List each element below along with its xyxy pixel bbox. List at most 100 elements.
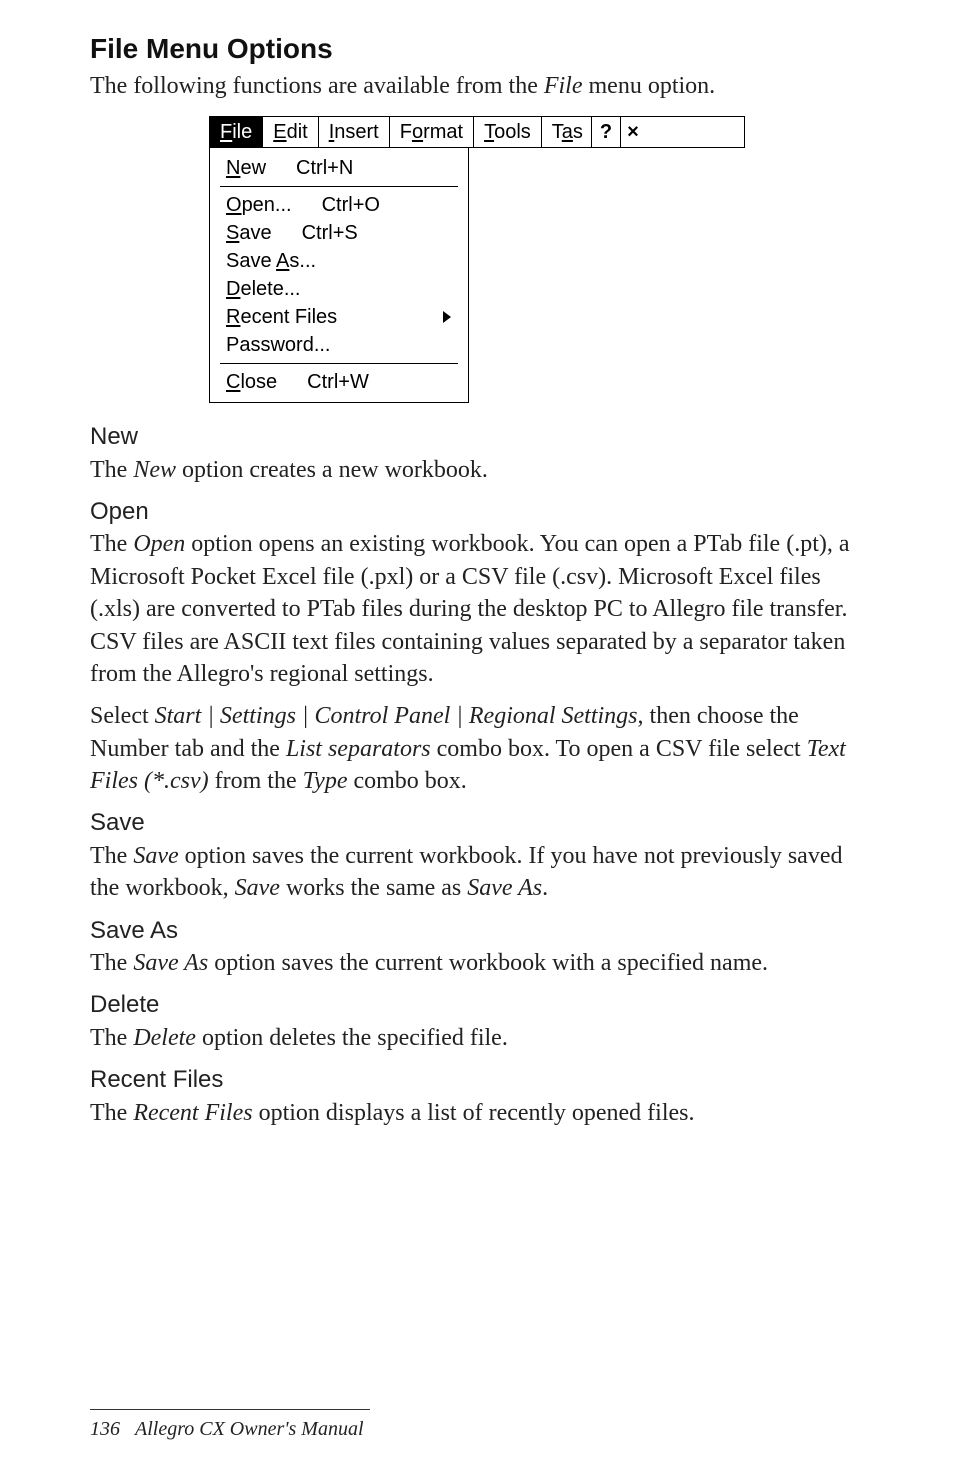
body-new: The New option creates a new workbook. xyxy=(90,454,864,486)
body-recent-files: The Recent Files option displays a list … xyxy=(90,1097,864,1129)
intro-a: The following functions are available fr… xyxy=(90,73,544,99)
intro-file: File xyxy=(544,73,583,99)
menu-item-password[interactable]: Password... xyxy=(210,331,468,359)
menu-screenshot: File Edit Insert Format Tools Tas ? × xyxy=(209,116,745,403)
menu-item-close[interactable]: Close Ctrl+W xyxy=(210,368,468,396)
menu-separator xyxy=(220,186,458,187)
heading-new: New xyxy=(90,421,864,453)
mi-close-t: lose xyxy=(240,371,277,393)
mi-new-u: N xyxy=(226,157,240,179)
t: Type xyxy=(303,768,348,794)
t: combo box. To open a CSV file select xyxy=(431,736,807,762)
menu-separator xyxy=(220,363,458,364)
mi-del-t: elete... xyxy=(240,278,300,300)
mi-rec-t: ecent Files xyxy=(240,306,337,328)
menu-task-a: T xyxy=(552,121,562,143)
menubar: File Edit Insert Format Tools Tas ? × xyxy=(209,116,745,148)
t: Save As xyxy=(133,950,208,976)
t: The xyxy=(90,531,133,557)
t: combo box. xyxy=(347,768,466,794)
mi-save-u: S xyxy=(226,222,239,244)
mi-save-sc: Ctrl+S xyxy=(302,223,358,243)
t: Save As xyxy=(467,875,542,901)
menu-format[interactable]: Format xyxy=(390,117,474,147)
body-open: The Open option opens an existing workbo… xyxy=(90,528,864,690)
menu-file[interactable]: File xyxy=(210,117,263,147)
close-window-button[interactable]: × xyxy=(621,117,645,147)
t: Start | Settings | Control Panel | Regio… xyxy=(155,703,638,729)
t: Select xyxy=(90,703,155,729)
menu-format-a: F xyxy=(400,121,412,143)
menu-item-new[interactable]: New Ctrl+N xyxy=(210,154,468,182)
menu-file-u: F xyxy=(220,121,232,143)
page-intro: The following functions are available fr… xyxy=(90,70,864,102)
menu-format-b: rmat xyxy=(423,121,463,143)
mi-new-t: ew xyxy=(240,157,266,179)
book-title: Allegro CX Owner's Manual xyxy=(135,1418,364,1440)
menu-item-save-as[interactable]: Save As... xyxy=(210,247,468,275)
mi-saveas-u: A xyxy=(276,250,289,272)
t: from the xyxy=(209,768,303,794)
body-open-2: Select Start | Settings | Control Panel … xyxy=(90,700,864,797)
menu-task-truncated[interactable]: Tas xyxy=(542,117,592,147)
t: List separators xyxy=(286,736,431,762)
mi-save-t: ave xyxy=(239,222,271,244)
help-button[interactable]: ? xyxy=(592,117,621,147)
t: The xyxy=(90,457,133,483)
body-save: The Save option saves the current workbo… xyxy=(90,840,864,905)
page-title: File Menu Options xyxy=(90,30,864,68)
page-number: 136 xyxy=(90,1418,120,1440)
menu-tools-u: T xyxy=(484,121,494,143)
t: . xyxy=(542,875,548,901)
heading-open: Open xyxy=(90,496,864,528)
heading-delete: Delete xyxy=(90,989,864,1021)
submenu-arrow-icon xyxy=(442,311,452,323)
t: works the same as xyxy=(280,875,467,901)
t: The xyxy=(90,1100,133,1126)
t: The xyxy=(90,1025,133,1051)
t: The xyxy=(90,950,133,976)
mi-password: Password... xyxy=(226,335,330,355)
heading-save-as: Save As xyxy=(90,915,864,947)
menu-tools-t: ools xyxy=(494,121,531,143)
intro-b: menu option. xyxy=(583,73,716,99)
heading-recent-files: Recent Files xyxy=(90,1064,864,1096)
t: Save xyxy=(235,875,280,901)
t: option deletes the specified file. xyxy=(196,1025,508,1051)
menu-item-open[interactable]: Open... Ctrl+O xyxy=(210,191,468,219)
menu-item-recent-files[interactable]: Recent Files xyxy=(210,303,468,331)
mi-open-sc: Ctrl+O xyxy=(322,195,380,215)
t: Open xyxy=(133,531,185,557)
menu-item-delete[interactable]: Delete... xyxy=(210,275,468,303)
menu-task-u: a xyxy=(562,121,573,143)
menu-tools[interactable]: Tools xyxy=(474,117,542,147)
menu-edit[interactable]: Edit xyxy=(263,117,318,147)
t: option saves the current workbook with a… xyxy=(208,950,768,976)
mi-rec-u: R xyxy=(226,306,240,328)
menu-file-t: ile xyxy=(232,121,252,143)
menu-insert-t: nsert xyxy=(334,121,378,143)
mi-del-u: D xyxy=(226,278,240,300)
page-footer: 136 Allegro CX Owner's Manual xyxy=(90,1409,370,1443)
help-icon: ? xyxy=(600,122,612,142)
t: option displays a list of recently opene… xyxy=(253,1100,695,1126)
t: Recent Files xyxy=(133,1100,252,1126)
body-save-as: The Save As option saves the current wor… xyxy=(90,947,864,979)
menu-item-save[interactable]: Save Ctrl+S xyxy=(210,219,468,247)
menu-task-b: s xyxy=(573,121,583,143)
body-delete: The Delete option deletes the specified … xyxy=(90,1022,864,1054)
close-icon: × xyxy=(627,122,639,142)
menu-edit-u: E xyxy=(273,121,286,143)
mi-close-u: C xyxy=(226,371,240,393)
file-dropdown: New Ctrl+N Open... Ctrl+O Save Ctrl+S Sa… xyxy=(209,148,469,403)
menu-insert[interactable]: Insert xyxy=(319,117,390,147)
menu-edit-t: dit xyxy=(287,121,308,143)
t: The xyxy=(90,843,133,869)
t: Save xyxy=(133,843,178,869)
heading-save: Save xyxy=(90,807,864,839)
mi-open-u: O xyxy=(226,194,242,216)
menu-format-u: o xyxy=(412,121,423,143)
mi-open-t: pen... xyxy=(242,194,292,216)
mi-saveas-a: Save xyxy=(226,250,276,272)
footer-rule xyxy=(90,1409,370,1410)
